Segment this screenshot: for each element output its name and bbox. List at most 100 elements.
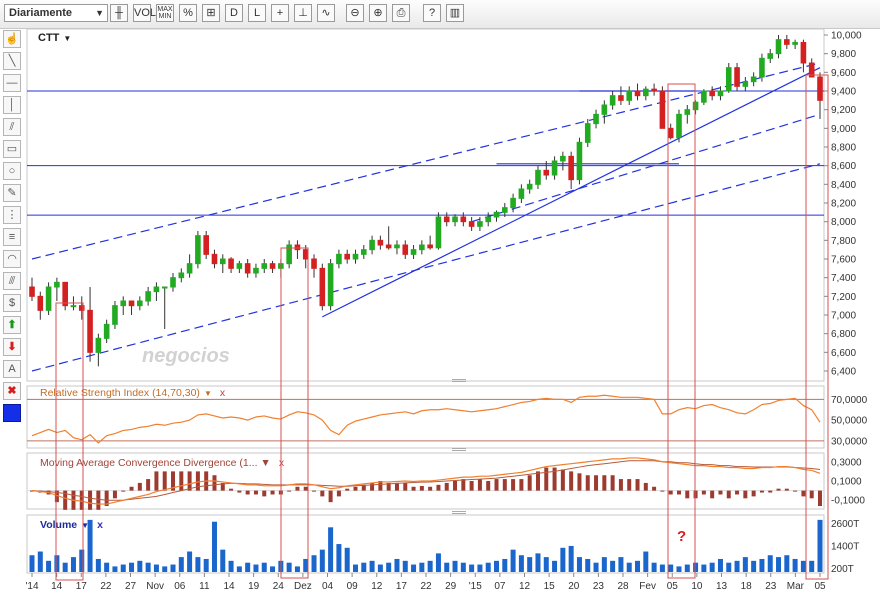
candle-body-62 [543,169,550,176]
candle-body-11 [120,300,127,307]
macd-hist-bar-80 [693,490,698,499]
price-tick-label-3: 9,400 [831,87,856,98]
macd-hist-bar-57 [502,479,507,491]
volume-bar-49 [435,553,441,572]
volume-bar-42 [377,564,383,572]
rsi-tick-label-2: 30,0000 [831,436,868,447]
macd-hist-bar-72 [627,479,632,491]
candle-body-61 [535,169,541,185]
x-tick-label-31: Mar [787,581,805,592]
macd-hist-bar-89 [768,490,773,493]
candle-body-55 [485,216,492,223]
volume-bar-39 [352,564,358,572]
price-tick-label-12: 7,600 [831,255,856,266]
candle-body-37 [336,253,342,265]
close-icon[interactable]: x [97,519,103,531]
candle-body-72 [626,90,633,101]
volume-bar-3 [54,555,60,572]
volume-bar-69 [601,557,607,572]
candle-body-90 [775,39,782,55]
macd-hist-bar-26 [245,490,250,495]
volume-bar-31 [286,562,292,572]
macd-hist-bar-13 [137,482,142,491]
x-tick-label-4: 27 [125,581,137,592]
candle-body-87 [750,76,757,83]
close-icon[interactable]: x [220,387,226,399]
price-panel-title[interactable]: CTT ▼ [38,32,71,44]
candle-body-74 [643,88,649,97]
candle-body-63 [551,160,558,176]
x-tick-label-25: Fev [639,581,656,592]
volume-bar-80 [693,562,699,572]
close-icon[interactable]: x [279,457,285,469]
candle-body-77 [667,127,674,139]
volume-bar-1 [37,551,43,572]
macd-hist-bar-12 [129,486,134,491]
candle-body-95 [817,76,823,101]
macd-hist-bar-59 [519,479,524,491]
x-tick-label-18: '15 [469,581,482,592]
macd-hist-bar-16 [162,471,167,491]
volume-bar-53 [469,564,475,572]
volume-bar-13 [137,560,143,572]
chevron-down-icon[interactable]: ▼ [63,34,71,43]
candle-body-29 [269,263,276,269]
macd-hist-bar-45 [403,482,408,491]
macd-hist-bar-91 [784,488,789,491]
volume-bar-34 [311,555,317,572]
candle-body-70 [609,95,616,106]
macd-hist-bar-34 [312,490,317,492]
volume-bar-27 [253,564,259,572]
candle-body-85 [734,67,740,87]
macd-hist-bar-46 [411,486,416,491]
macd-panel-title: Moving Average Convergence Divergence (1… [40,457,285,469]
x-tick-label-29: 18 [741,581,753,592]
volume-bar-86 [742,557,748,572]
volume-bar-4 [62,562,68,572]
macd-hist-bar-66 [577,473,582,491]
macd-hist-bar-31 [287,490,292,492]
x-tick-label-13: 09 [347,581,359,592]
candle-body-17 [170,277,176,288]
x-tick-label-0: '14 [25,581,38,592]
volume-bar-2 [46,560,52,572]
candle-body-83 [717,90,724,97]
x-tick-label-21: 15 [544,581,556,592]
candle-body-47 [419,244,425,251]
volume-bar-77 [668,564,674,572]
x-tick-label-28: 13 [716,581,728,592]
volume-bar-89 [767,555,773,572]
price-tick-label-2: 9,600 [831,68,856,79]
volume-bar-14 [145,562,151,572]
x-tick-label-6: 06 [174,581,186,592]
volume-bar-32 [294,566,300,572]
chart-canvas[interactable]: negocios CTT ▼ Relative Strength Index (1… [0,0,880,594]
price-tick-label-5: 9,000 [831,124,856,135]
x-tick-label-32: 05 [814,581,826,592]
volume-bar-57 [502,558,508,572]
candle-body-69 [601,104,608,115]
macd-hist-bar-82 [710,490,715,499]
volume-bar-45 [402,560,408,572]
macd-hist-bar-54 [477,479,482,491]
candle-body-76 [659,90,666,129]
volume-bar-68 [593,562,599,572]
macd-hist-bar-86 [743,490,748,499]
candle-body-53 [468,221,475,227]
candle-body-42 [377,239,384,246]
macd-hist-bar-90 [776,488,781,491]
macd-hist-bar-7 [88,490,93,510]
candle-body-46 [410,249,417,255]
macd-hist-bar-49 [436,484,441,491]
macd-hist-bar-83 [718,490,723,495]
volume-bar-11 [120,564,126,572]
candle-body-54 [477,221,483,227]
candle-body-25 [236,263,243,269]
chevron-down-icon[interactable]: ▼ [204,389,212,398]
x-tick-label-26: 05 [667,581,679,592]
x-tick-label-2: 17 [76,581,88,592]
macd-hist-bar-92 [793,490,798,492]
volume-bar-50 [444,562,450,572]
volume-title-text: Volume [40,519,77,531]
candle-body-24 [228,258,234,269]
